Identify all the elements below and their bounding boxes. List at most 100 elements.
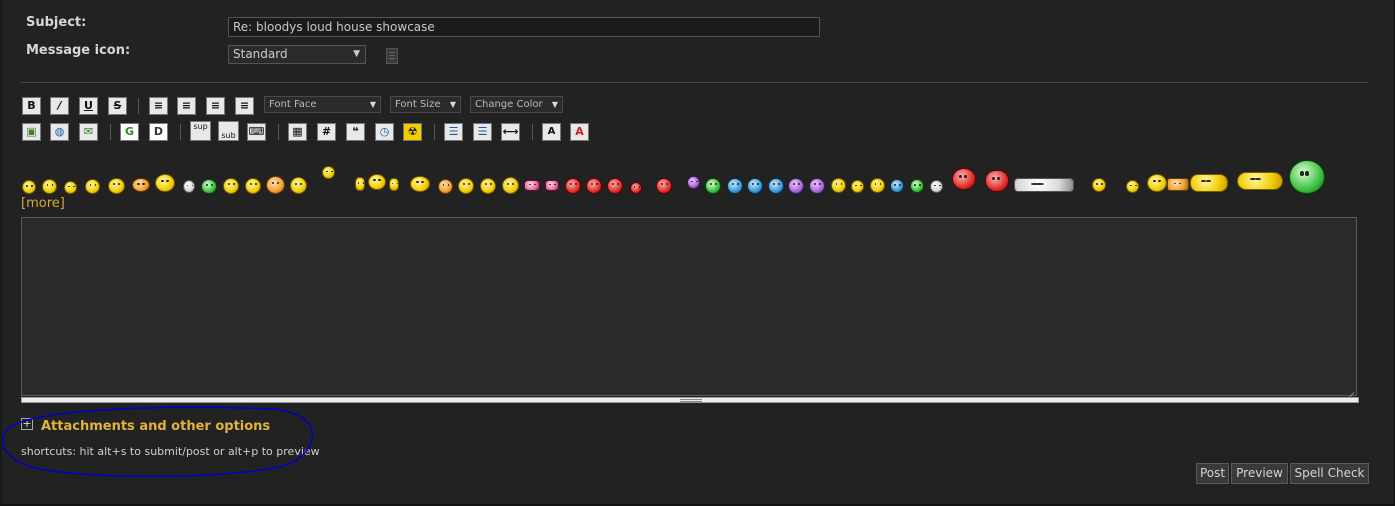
divider — [20, 82, 1368, 83]
align-justify-button[interactable]: ≡ — [177, 97, 196, 115]
smiley-icon[interactable] — [705, 178, 721, 194]
change-color-select[interactable]: Change Color ▼ — [470, 96, 563, 113]
smiley-icon[interactable] — [458, 178, 474, 194]
smiley-icon[interactable] — [1237, 172, 1283, 190]
horizontal-rule-button[interactable]: ⟷ — [501, 123, 520, 141]
message-icon-label: Message icon: — [26, 43, 131, 58]
toolbar-separator — [180, 124, 181, 140]
smiley-icon[interactable] — [22, 180, 36, 194]
toolbar-separator — [532, 124, 533, 140]
smiley-icon[interactable] — [223, 178, 239, 194]
subscript-button[interactable]: sub — [218, 121, 239, 141]
smiley-icon[interactable] — [687, 176, 700, 189]
font-size-select[interactable]: Font Size ▼ — [390, 96, 461, 113]
italic-button[interactable]: / — [50, 97, 69, 115]
smiley-icon[interactable] — [1014, 178, 1074, 192]
post-reply-form: Subject: Re: bloodys loud house showcase… — [2, 0, 1395, 505]
smiley-icon[interactable] — [870, 178, 885, 193]
message-textarea[interactable] — [21, 217, 1357, 396]
smiley-icon[interactable] — [1190, 174, 1228, 192]
smiley-icon[interactable] — [747, 178, 763, 194]
font-size-label: Font Size — [395, 99, 441, 110]
smiley-icon[interactable] — [480, 178, 496, 194]
smiley-icon[interactable] — [64, 181, 77, 194]
smiley-icon[interactable] — [322, 166, 335, 179]
message-icon-select[interactable]: Standard ▼ — [228, 45, 366, 64]
subject-input[interactable]: Re: bloodys loud house showcase — [228, 17, 820, 37]
align-right-button[interactable]: ≡ — [235, 97, 254, 115]
smiley-icon[interactable] — [502, 177, 519, 194]
smiley-icon[interactable] — [910, 179, 924, 193]
smiley-icon[interactable] — [410, 176, 430, 192]
smiley-icon[interactable] — [768, 178, 784, 194]
smiley-icon[interactable] — [438, 179, 453, 194]
smiley-icon[interactable] — [355, 177, 365, 191]
smiley-icon[interactable] — [183, 180, 195, 193]
smiley-icon[interactable] — [930, 180, 943, 193]
bullet-list-button[interactable]: ☰ — [444, 123, 463, 141]
superscript-button[interactable]: sup — [190, 121, 211, 141]
font-size-button[interactable]: A — [542, 123, 561, 141]
smiley-icon[interactable] — [155, 174, 175, 192]
spoiler-button[interactable]: ☢ — [403, 123, 422, 141]
align-center-button[interactable]: ≡ — [206, 97, 225, 115]
chevron-down-icon: ▼ — [369, 100, 376, 109]
smiley-icon[interactable] — [245, 178, 261, 194]
font-color-button[interactable]: A — [570, 123, 589, 141]
smiley-icon[interactable] — [586, 178, 602, 194]
chevron-down-icon: ▼ — [551, 100, 558, 109]
insert-image-button[interactable]: ▣ — [22, 123, 41, 141]
smiley-icon[interactable] — [368, 174, 386, 190]
smiley-icon[interactable] — [727, 178, 743, 194]
smiley-icon[interactable] — [1092, 178, 1106, 192]
smiley-icon[interactable] — [290, 177, 307, 194]
spell-check-button[interactable]: Spell Check — [1290, 463, 1369, 484]
smiley-icon[interactable] — [389, 178, 399, 191]
smiley-icon[interactable] — [1147, 174, 1167, 192]
smiley-icon[interactable] — [108, 178, 125, 194]
insert-quote-button[interactable]: ❝ — [346, 123, 365, 141]
bold-button[interactable]: B — [22, 97, 41, 115]
smiley-icon[interactable] — [524, 180, 540, 191]
teletype-button[interactable]: ⌨ — [247, 123, 266, 141]
preview-button[interactable]: Preview — [1231, 463, 1288, 484]
smiley-icon[interactable] — [1126, 180, 1139, 193]
smiley-icon[interactable] — [656, 178, 672, 194]
smiley-icon[interactable] — [851, 180, 864, 193]
smiley-icon[interactable] — [890, 179, 904, 193]
insert-table-button[interactable]: ▦ — [288, 123, 307, 141]
smiley-icon[interactable] — [630, 182, 642, 194]
google-search-button[interactable]: G — [120, 123, 139, 141]
smiley-icon[interactable] — [42, 179, 57, 194]
underline-button[interactable]: U — [79, 97, 98, 115]
smiley-icon[interactable] — [831, 178, 846, 193]
insert-time-button[interactable]: ◷ — [375, 123, 394, 141]
sick-smiley-icon[interactable] — [1289, 160, 1325, 194]
insert-email-button[interactable]: ✉ — [79, 123, 98, 141]
align-left-button[interactable]: ≡ — [149, 97, 168, 115]
toolbar-separator — [434, 124, 435, 140]
smiley-icon[interactable] — [85, 179, 100, 194]
smiley-icon[interactable] — [809, 178, 825, 194]
wiki-button[interactable]: D — [149, 123, 168, 141]
post-button[interactable]: Post — [1196, 463, 1229, 484]
smiley-icon[interactable] — [565, 178, 581, 194]
smiley-icon[interactable] — [607, 178, 623, 194]
smiley-icon[interactable] — [1167, 178, 1189, 191]
annotation-circle — [2, 406, 314, 478]
smiley-icon[interactable] — [545, 180, 559, 191]
more-smileys-link[interactable]: [more] — [21, 196, 65, 211]
font-face-select[interactable]: Font Face ▼ — [264, 96, 381, 113]
smiley-icon[interactable] — [788, 178, 804, 194]
smiley-icon[interactable] — [132, 178, 150, 192]
insert-link-button[interactable]: ◍ — [50, 123, 69, 141]
insert-code-button[interactable]: # — [317, 123, 336, 141]
smiley-icon[interactable] — [201, 179, 217, 194]
strikethrough-button[interactable]: S — [108, 97, 127, 115]
smiley-icon[interactable] — [952, 168, 976, 190]
heart-smiley-icon[interactable] — [985, 170, 1009, 192]
smiley-icon[interactable] — [266, 176, 285, 194]
numbered-list-button[interactable]: ☰ — [473, 123, 492, 141]
chevron-down-icon: ▼ — [449, 100, 456, 109]
textarea-resize-handle[interactable] — [21, 397, 1359, 403]
